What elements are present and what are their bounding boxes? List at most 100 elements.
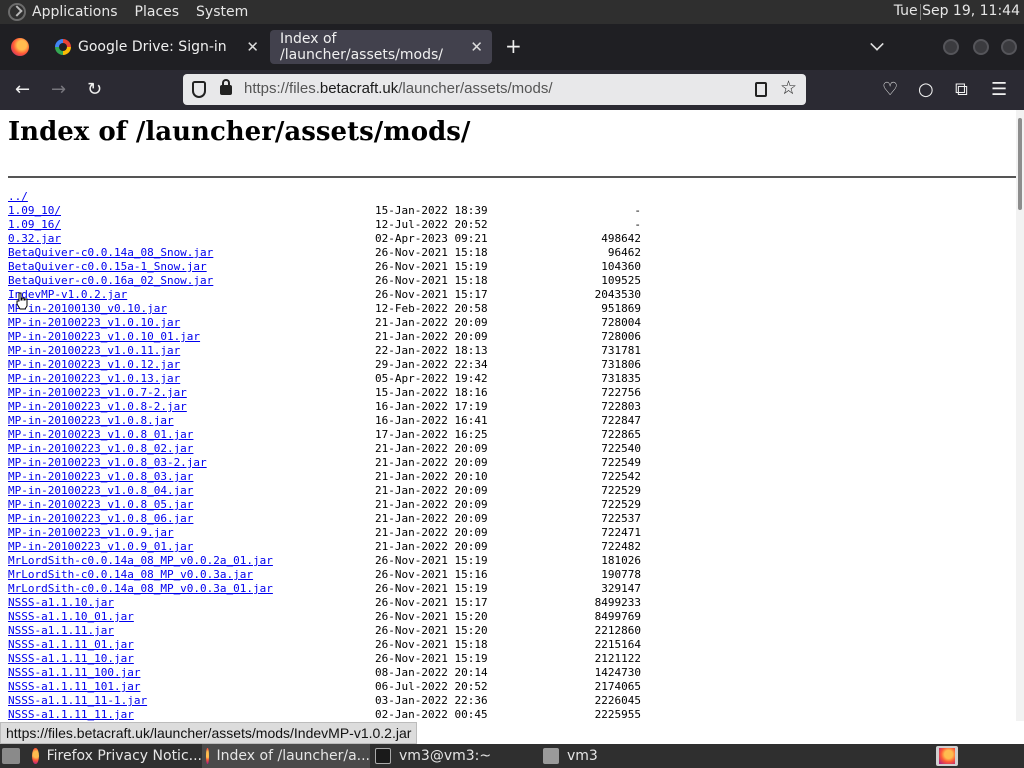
url-bar[interactable]: https://files.betacraft.uk/launcher/asse… — [183, 74, 806, 105]
file-link[interactable]: MP-in-20100223_v1.0.8_03-2.jar — [8, 456, 207, 470]
file-size: 2212860 — [594, 624, 641, 637]
file-link[interactable]: MP-in-20100223_v1.0.11.jar — [8, 344, 180, 358]
file-link[interactable]: NSSS-a1.1.11_01.jar — [8, 638, 134, 652]
file-link[interactable]: MP-in-20100223_v1.0.8_03.jar — [8, 470, 193, 484]
bookmark-star-icon[interactable]: ☆ — [780, 77, 797, 99]
file-link[interactable]: MrLordSith-c0.0.14a_08_MP_v0.0.3a_01.jar — [8, 582, 273, 596]
file-date: 21-Jan-2022 20:09 — [375, 526, 488, 539]
file-link[interactable]: MP-in-20100223_v1.0.13.jar — [8, 372, 180, 386]
file-size: 2043530 — [594, 288, 641, 301]
file-size: 2174065 — [594, 680, 641, 693]
file-date: 21-Jan-2022 20:09 — [375, 442, 488, 455]
file-link[interactable]: MrLordSith-c0.0.14a_08_MP_v0.0.3a.jar — [8, 568, 253, 582]
file-link[interactable]: BetaQuiver-c0.0.15a-1_Snow.jar — [8, 260, 207, 274]
menu-applications[interactable]: Applications — [32, 4, 118, 20]
minimize-window-button[interactable] — [943, 39, 959, 55]
menu-places[interactable]: Places — [135, 4, 180, 20]
file-link[interactable]: NSSS-a1.1.11_101.jar — [8, 680, 140, 694]
back-arrow-icon[interactable]: ← — [15, 78, 30, 102]
url-text[interactable]: https://files.betacraft.uk/launcher/asse… — [244, 80, 553, 97]
file-link[interactable]: MP-in-20100223_v1.0.12.jar — [8, 358, 180, 372]
taskbar-item-index[interactable]: Index of /launcher/a... — [202, 744, 370, 768]
taskbar-item-label: Firefox Privacy Notic... — [46, 748, 202, 764]
file-link[interactable]: NSSS-a1.1.11_10.jar — [8, 652, 134, 666]
file-link[interactable]: MP-in-20100223_v1.0.8_06.jar — [8, 512, 193, 526]
file-date: 21-Jan-2022 20:10 — [375, 470, 488, 483]
tray-firefox[interactable] — [936, 746, 958, 766]
file-date: 12-Feb-2022 20:58 — [375, 302, 488, 315]
taskbar-item-label: Index of /launcher/a... — [216, 748, 370, 764]
close-tab-icon[interactable]: ✕ — [246, 38, 259, 56]
file-link[interactable]: MP-in-20100223_v1.0.8_02.jar — [8, 442, 193, 456]
file-link[interactable]: MP-in-20100223_v1.0.10_01.jar — [8, 330, 200, 344]
file-size: 8499233 — [594, 596, 641, 609]
reload-icon[interactable]: ↻ — [87, 78, 102, 102]
file-date: 15-Jan-2022 18:39 — [375, 204, 488, 217]
file-link[interactable]: NSSS-a1.1.10_01.jar — [8, 610, 134, 624]
file-link[interactable]: MP-in-20100223_v1.0.8_04.jar — [8, 484, 193, 498]
tab-google-drive[interactable]: Google Drive: Sign-in ✕ — [46, 30, 268, 64]
lock-icon[interactable] — [220, 79, 232, 95]
show-desktop-icon[interactable] — [2, 748, 20, 764]
file-date: 26-Nov-2021 15:20 — [375, 624, 488, 637]
file-link[interactable]: MP-in-20100223_v1.0.9_01.jar — [8, 540, 193, 554]
file-link[interactable]: MP-in-20100223_v1.0.7-2.jar — [8, 386, 187, 400]
file-date: 26-Nov-2021 15:19 — [375, 582, 488, 595]
file-link[interactable]: NSSS-a1.1.11_100.jar — [8, 666, 140, 680]
file-date: 21-Jan-2022 20:09 — [375, 484, 488, 497]
folder-icon — [543, 748, 559, 764]
file-link[interactable]: MP-in-20100223_v1.0.10.jar — [8, 316, 180, 330]
file-link[interactable]: MrLordSith-c0.0.14a_08_MP_v0.0.2a_01.jar — [8, 554, 273, 568]
account-icon[interactable]: ○ — [918, 78, 934, 102]
file-link[interactable]: MP-in-20100223_v1.0.8.jar — [8, 414, 174, 428]
file-link[interactable]: MP-in-20100223_v1.0.9.jar — [8, 526, 174, 540]
extensions-icon[interactable]: ⧉ — [955, 78, 968, 102]
pocket-icon[interactable]: ♡ — [882, 78, 898, 102]
file-link[interactable]: 1.09_10/ — [8, 204, 61, 218]
terminal-icon — [375, 748, 391, 764]
tab-index-mods[interactable]: Index of /launcher/assets/mods/ ✕ — [270, 30, 492, 64]
file-link[interactable]: MP-in-20100223_v1.0.8_05.jar — [8, 498, 193, 512]
file-date: 29-Jan-2022 22:34 — [375, 358, 488, 371]
file-link[interactable]: NSSS-a1.1.11_11.jar — [8, 708, 134, 721]
file-date: 26-Nov-2021 15:17 — [375, 596, 488, 609]
firefox-view-icon[interactable] — [11, 38, 29, 56]
file-link[interactable]: MP-in-20100130_v0.10.jar — [8, 302, 167, 316]
file-link[interactable]: 1.09_16/ — [8, 218, 61, 232]
scrollbar-thumb[interactable] — [1018, 118, 1022, 210]
file-date: 26-Nov-2021 15:19 — [375, 652, 488, 665]
taskbar-item-folder[interactable]: vm3 — [543, 744, 703, 768]
close-window-button[interactable] — [1001, 39, 1017, 55]
file-link[interactable]: NSSS-a1.1.10.jar — [8, 596, 114, 610]
bottom-taskbar: Firefox Privacy Notic... Index of /launc… — [0, 744, 1024, 768]
taskbar-item-firefox-privacy[interactable]: Firefox Privacy Notic... — [32, 744, 202, 768]
file-size: 2215164 — [594, 638, 641, 651]
forward-arrow-icon[interactable]: → — [51, 78, 66, 102]
file-link[interactable]: MP-in-20100223_v1.0.8-2.jar — [8, 400, 187, 414]
clock[interactable]: Tue Sep 19, 11:44 — [894, 3, 1020, 19]
close-tab-icon[interactable]: ✕ — [470, 38, 483, 56]
file-size: 731835 — [601, 372, 641, 385]
page-scrollbar[interactable] — [1016, 110, 1024, 721]
file-link[interactable]: BetaQuiver-c0.0.16a_02_Snow.jar — [8, 274, 213, 288]
url-domain: betacraft.uk — [319, 80, 399, 97]
file-link[interactable]: BetaQuiver-c0.0.14a_08_Snow.jar — [8, 246, 213, 260]
file-link[interactable]: NSSS-a1.1.11.jar — [8, 624, 114, 638]
file-link[interactable]: MP-in-20100223_v1.0.8_01.jar — [8, 428, 193, 442]
reader-view-icon[interactable] — [755, 82, 767, 97]
file-link[interactable]: 0.32.jar — [8, 232, 61, 246]
hamburger-menu-icon[interactable]: ☰ — [991, 78, 1007, 102]
taskbar-item-terminal[interactable]: vm3@vm3:~ — [375, 744, 535, 768]
list-all-tabs-chevron-down-icon[interactable] — [870, 37, 884, 51]
menu-system[interactable]: System — [196, 4, 248, 20]
tracking-protection-shield-icon[interactable] — [192, 81, 206, 98]
file-date: 03-Jan-2022 22:36 — [375, 694, 488, 707]
maximize-window-button[interactable] — [973, 39, 989, 55]
firefox-icon — [206, 748, 209, 764]
file-size: 722471 — [601, 526, 641, 539]
distro-logo-icon[interactable] — [8, 3, 26, 21]
file-date: 16-Jan-2022 17:19 — [375, 400, 488, 413]
file-link[interactable]: ../ — [8, 190, 28, 204]
file-link[interactable]: NSSS-a1.1.11_11-1.jar — [8, 694, 147, 708]
new-tab-button[interactable]: + — [505, 34, 522, 58]
